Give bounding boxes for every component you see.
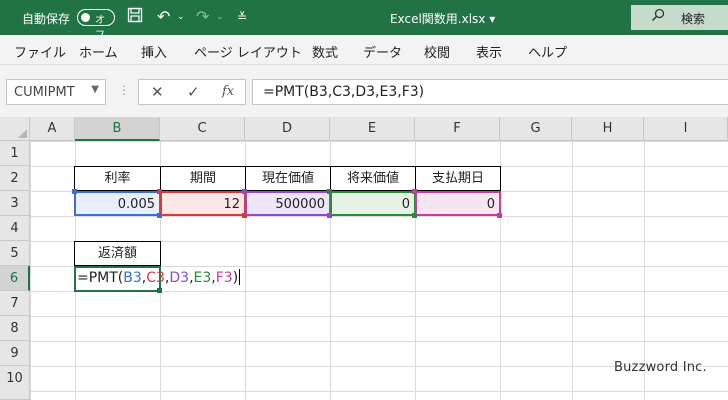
column-header-h[interactable]: H xyxy=(572,117,644,141)
range-handle[interactable] xyxy=(412,189,417,194)
formula-suffix: ) xyxy=(232,270,239,286)
column-header-e[interactable]: E xyxy=(330,117,415,141)
name-box-value: CUMIPMT xyxy=(14,85,75,100)
row-header-1[interactable]: 1 xyxy=(0,141,30,166)
formula-ref-e3: E3 xyxy=(193,270,212,286)
formula-prefix: =PMT( xyxy=(77,270,124,286)
range-handle[interactable] xyxy=(157,189,162,194)
filename-dropdown-icon: ▾ xyxy=(489,12,496,26)
row-header-5[interactable]: 5 xyxy=(0,241,30,266)
tab-insert[interactable]: 挿入 xyxy=(141,42,167,61)
title-bar: 自動保存 オフ ↶ ⌄ ↷ ⌄ ≚ Excel関数用.xlsx ▾ 検索 xyxy=(0,0,728,41)
watermark: Buzzword Inc. xyxy=(614,360,707,375)
formula-ref-d3: D3 xyxy=(169,270,190,286)
row-header-3[interactable]: 3 xyxy=(0,191,30,216)
row-header-4[interactable]: 4 xyxy=(0,216,30,241)
range-handle[interactable] xyxy=(327,213,332,218)
column-header-a[interactable]: A xyxy=(30,117,75,141)
insert-function-icon[interactable]: fx xyxy=(222,84,234,99)
row-header-2[interactable]: 2 xyxy=(0,166,30,191)
range-handle[interactable] xyxy=(497,213,502,218)
fill-handle[interactable] xyxy=(157,288,162,293)
tab-file[interactable]: ファイル xyxy=(14,42,66,61)
name-box-dropdown-icon[interactable]: ▼ xyxy=(91,84,99,95)
range-handle[interactable] xyxy=(327,189,332,194)
save-icon[interactable] xyxy=(127,7,143,27)
tab-page-layout[interactable]: ページ レイアウト xyxy=(194,42,302,61)
undo-dropdown-icon[interactable]: ⌄ xyxy=(177,12,185,22)
select-all-button[interactable] xyxy=(0,117,30,141)
customize-qat-icon[interactable]: ≚ xyxy=(237,10,247,24)
range-handle[interactable] xyxy=(242,213,247,218)
enter-icon[interactable]: ✓ xyxy=(187,83,200,101)
formula-input[interactable]: =PMT(B3,C3,D3,E3,F3) xyxy=(252,79,728,105)
undo-icon[interactable]: ↶ xyxy=(157,7,170,26)
tab-help[interactable]: ヘルプ xyxy=(528,42,567,61)
text-caret xyxy=(239,269,241,285)
result-label-cell[interactable]: 返済額 xyxy=(74,241,161,266)
row-header-9[interactable]: 9 xyxy=(0,341,30,366)
toggle-knob xyxy=(81,13,90,22)
header-cell-period[interactable]: 期間 xyxy=(160,166,246,191)
gridline xyxy=(572,141,573,400)
column-header-c[interactable]: C xyxy=(160,117,245,141)
search-icon xyxy=(651,8,665,26)
window-title[interactable]: Excel関数用.xlsx ▾ xyxy=(390,10,495,27)
autosave-toggle[interactable]: オフ xyxy=(77,9,115,41)
range-handle[interactable] xyxy=(412,213,417,218)
tab-data[interactable]: データ xyxy=(363,42,402,61)
column-header-d[interactable]: D xyxy=(245,117,330,141)
formula-text: =PMT(B3,C3,D3,E3,F3) xyxy=(263,84,425,100)
column-header-b[interactable]: B xyxy=(75,117,160,141)
header-cell-due[interactable]: 支払期日 xyxy=(415,166,501,191)
in-cell-formula[interactable]: =PMT(B3,C3,D3,E3,F3) xyxy=(77,269,241,287)
range-handle[interactable] xyxy=(72,189,77,194)
tab-review[interactable]: 校閲 xyxy=(424,42,450,61)
row-header-7[interactable]: 7 xyxy=(0,291,30,316)
select-all-triangle xyxy=(18,129,27,138)
tab-view[interactable]: 表示 xyxy=(476,42,502,61)
name-box[interactable]: CUMIPMT ▼ xyxy=(6,79,106,105)
formula-bar-area: CUMIPMT ▼ ⋮ ✕ ✓ fx =PMT(B3,C3,D3,E3,F3) xyxy=(0,65,728,117)
filename-text: Excel関数用.xlsx xyxy=(390,12,486,26)
tab-formulas[interactable]: 数式 xyxy=(312,42,338,61)
header-cell-rate[interactable]: 利率 xyxy=(74,166,161,191)
search-label: 検索 xyxy=(681,12,706,26)
range-handle[interactable] xyxy=(157,213,162,218)
header-cell-present-value[interactable]: 現在価値 xyxy=(245,166,331,191)
header-cell-future-value[interactable]: 将来価値 xyxy=(330,166,416,191)
formula-ref-b3: B3 xyxy=(123,270,142,286)
worksheet: A B C D E F G H I 1 2 3 4 5 6 7 8 9 10 利… xyxy=(0,117,728,400)
row-header-8[interactable]: 8 xyxy=(0,316,30,341)
grip-icon: ⋮ xyxy=(118,83,130,97)
search-box[interactable]: 検索 xyxy=(631,5,728,30)
formula-ref-c3: C3 xyxy=(146,270,165,286)
cancel-icon[interactable]: ✕ xyxy=(151,83,164,101)
formula-ref-f3: F3 xyxy=(215,270,233,286)
redo-dropdown-icon[interactable]: ⌄ xyxy=(216,12,224,22)
cell-f3[interactable]: 0 xyxy=(415,191,501,216)
cell-e3[interactable]: 0 xyxy=(330,191,416,216)
cell-c3[interactable]: 12 xyxy=(160,191,246,216)
redo-icon[interactable]: ↷ xyxy=(196,7,209,26)
row-header-6[interactable]: 6 xyxy=(0,266,30,291)
tab-home[interactable]: ホーム xyxy=(79,42,118,61)
cell-b3[interactable]: 0.005 xyxy=(74,191,161,216)
row-header-10[interactable]: 10 xyxy=(0,366,30,400)
autosave-label: 自動保存 xyxy=(22,12,71,26)
formula-buttons: ✕ ✓ fx xyxy=(138,79,246,105)
range-handle[interactable] xyxy=(242,189,247,194)
column-header-i[interactable]: I xyxy=(644,117,728,141)
column-header-f[interactable]: F xyxy=(415,117,500,141)
ribbon-tabs: ファイル ホーム 挿入 ページ レイアウト 数式 データ 校閲 表示 ヘルプ xyxy=(0,35,728,65)
cell-d3[interactable]: 500000 xyxy=(245,191,331,216)
column-header-g[interactable]: G xyxy=(500,117,572,141)
